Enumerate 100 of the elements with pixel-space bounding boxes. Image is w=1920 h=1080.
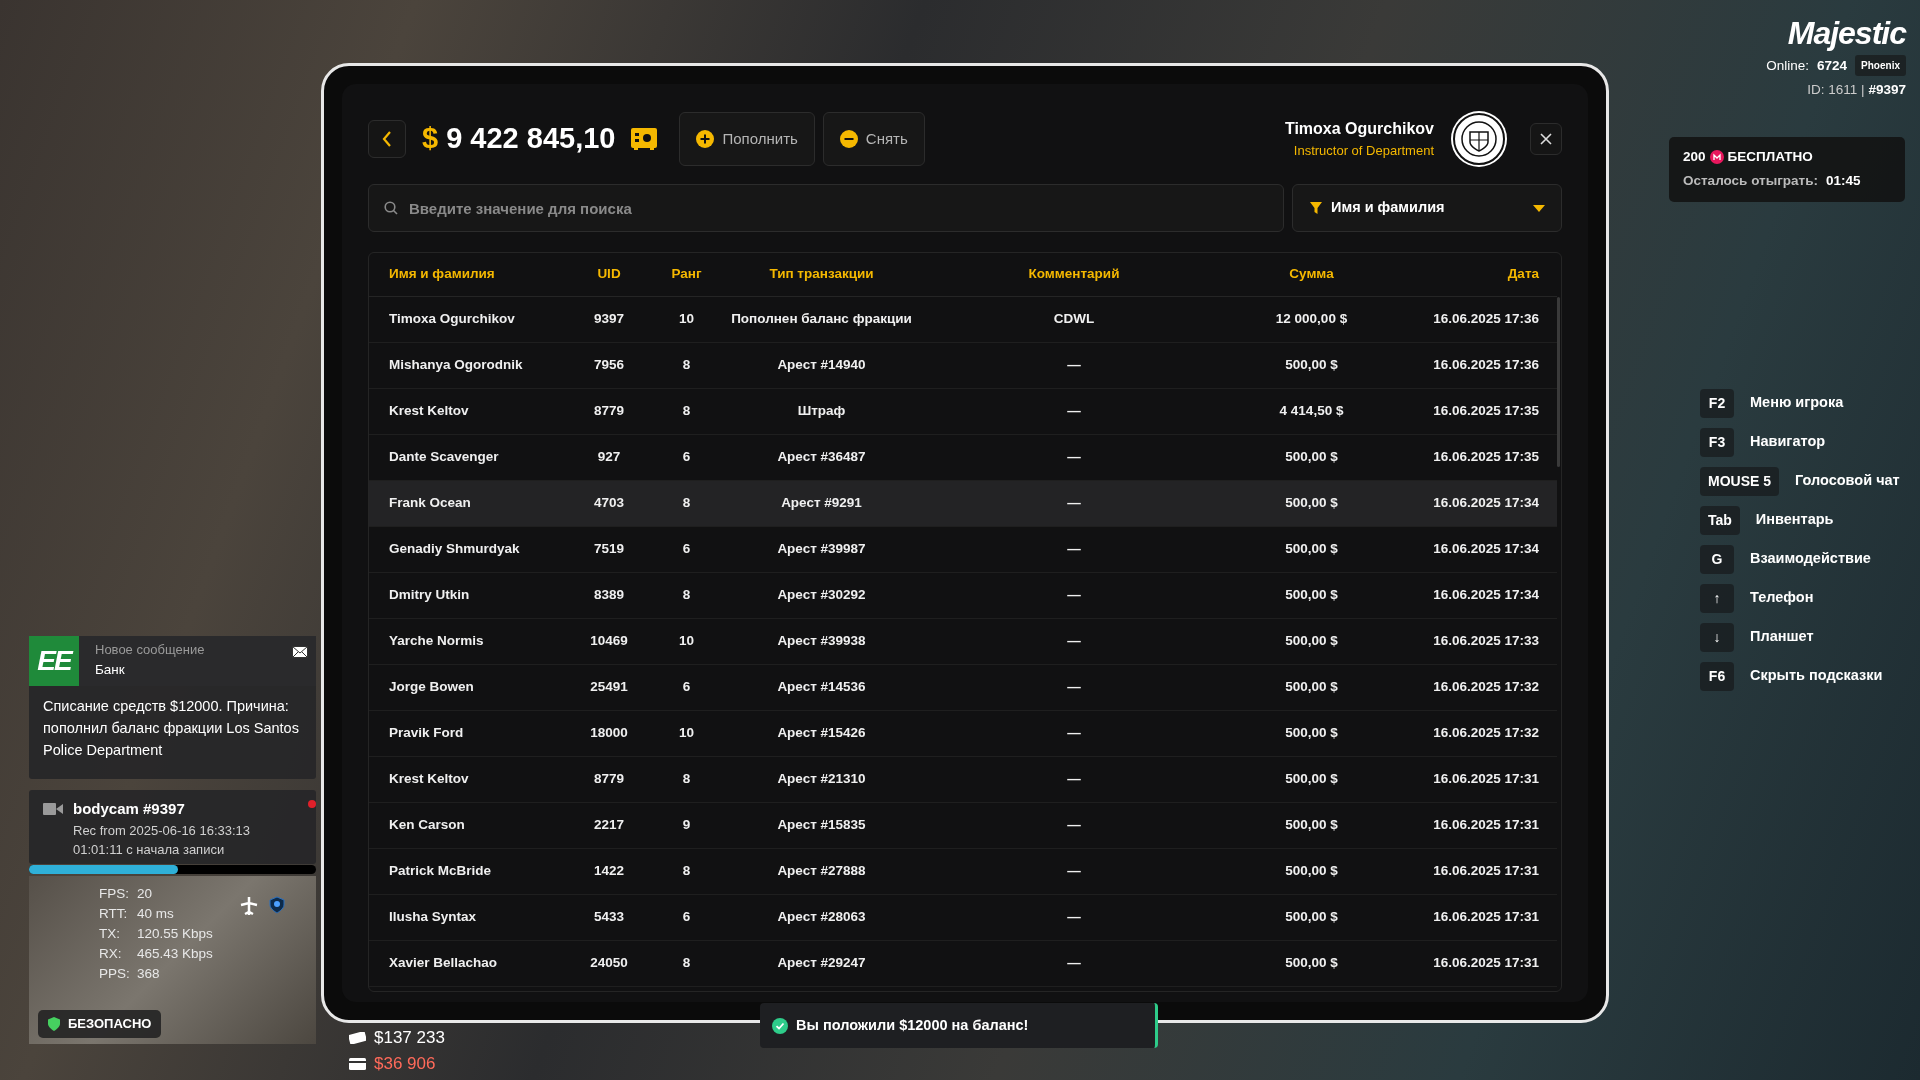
column-header[interactable]: Ранг [649, 253, 724, 297]
table-cell-text: 7519 [593, 540, 624, 559]
table-row[interactable]: Ilusha Syntax 5433 6 Арест #28063 — 500,00 $ 16.06.2025 17:31 [369, 895, 1557, 941]
table-cell-text: 4703 [593, 494, 624, 513]
table-cell-text: 8 [682, 862, 691, 881]
table-cell-text: 16.06.2025 17:31 [1433, 816, 1539, 835]
video-camera-icon [43, 802, 63, 816]
table-cell-text: 8 [682, 356, 691, 375]
column-header[interactable]: UID [569, 253, 649, 297]
close-button[interactable] [1530, 123, 1562, 155]
table-cell-text: Арест #21310 [777, 770, 866, 789]
hint-label: Меню игрока [1750, 393, 1844, 413]
table-cell-text: 8 [682, 770, 691, 789]
table-row[interactable]: Krest Keltov 8779 8 Арест #21310 — 500,00 $ 16.06.2025 17:31 [369, 757, 1557, 803]
table-cell-text: Ken Carson [389, 816, 465, 835]
table-row[interactable]: Dmitry Utkin 8389 8 Арест #30292 — 500,00 $ 16.06.2025 17:34 [369, 573, 1557, 619]
table-cell-text: 16.06.2025 17:35 [1433, 402, 1539, 421]
back-button[interactable] [368, 120, 406, 158]
success-toast: Вы положили $12000 на баланс! [760, 1003, 1158, 1048]
table-cell-text: Арест #29247 [777, 954, 866, 973]
table-cell-text: 6 [682, 908, 691, 927]
column-header[interactable]: Имя и фамилия [369, 253, 569, 297]
table-cell-text: Timoxa Ogurchikov [389, 310, 515, 329]
coin-icon [1709, 150, 1724, 165]
table-cell-text: 500,00 $ [1285, 678, 1338, 697]
table-row[interactable]: Genadiy Shmurdyak 7519 6 Арест #39987 — 500,00 $ 16.06.2025 17:34 [369, 527, 1557, 573]
table-cell-text: Арест #14536 [777, 678, 866, 697]
table-row[interactable]: Xavier Bellachao 24050 8 Арест #29247 — 500,00 $ 16.06.2025 17:31 [369, 941, 1557, 987]
stat-value: 368 [137, 965, 160, 983]
table-cell-text: 16.06.2025 17:32 [1433, 724, 1539, 743]
table-cell-text: 6 [682, 540, 691, 559]
table-cell-text: — [1067, 724, 1081, 743]
withdraw-button[interactable]: Снять [822, 112, 925, 166]
table-cell-text: Арест #27888 [777, 862, 866, 881]
table-cell-text: 16.06.2025 17:31 [1433, 862, 1539, 881]
remaining-time: 01:45 [1826, 172, 1861, 191]
promo-amount: 200 [1683, 148, 1706, 166]
brand-logo: Majestic [1786, 16, 1906, 52]
player-id: ID: 1611 | [1807, 81, 1865, 100]
table-cell-text: 18000 [590, 724, 628, 743]
chevron-left-icon [381, 130, 393, 148]
table-cell-text: Patrick McBride [389, 862, 492, 881]
table-row[interactable]: Frank Ocean 4703 8 Арест #9291 — 500,00 $ 16.06.2025 17:34 [369, 481, 1557, 527]
column-header[interactable]: Тип транзакции [724, 253, 919, 297]
safe-zone-badge: БЕЗОПАСНО [38, 1010, 162, 1038]
table-row[interactable]: Patrick McBride 1422 8 Арест #27888 — 500,00 $ 16.06.2025 17:31 [369, 849, 1557, 895]
app-logo: EE [29, 636, 79, 686]
table-row[interactable]: Yarche Normis 10469 10 Арест #39938 — 500,00 $ 16.06.2025 17:33 [369, 619, 1557, 665]
column-header[interactable]: Дата [1394, 253, 1557, 297]
table-cell-text: Yarche Normis [389, 632, 484, 651]
table-cell-text: Frank Ocean [389, 494, 471, 513]
table-cell-text: 16.06.2025 17:34 [1433, 494, 1539, 513]
cash-balance: $137 233 [374, 1027, 445, 1049]
table-cell-text: 500,00 $ [1285, 448, 1338, 467]
search-icon [384, 201, 398, 215]
table-cell-text: 16.06.2025 17:32 [1433, 678, 1539, 697]
table-cell-text: 8389 [593, 586, 624, 605]
notification-title: Новое сообщение [95, 641, 206, 659]
table-cell-text: Арест #14940 [777, 356, 866, 375]
police-shield-icon [269, 896, 285, 914]
table-cell-text: 16.06.2025 17:36 [1433, 356, 1539, 375]
table-cell-text: 6 [682, 678, 691, 697]
table-cell-text: — [1067, 678, 1081, 697]
table-cell-text: 10469 [590, 632, 628, 651]
column-header[interactable]: Комментарий [919, 253, 1229, 297]
stat-value: 40 ms [137, 905, 174, 923]
hint-label: Инвентарь [1755, 510, 1834, 530]
key-cap: MOUSE 5 [1700, 466, 1779, 496]
recording-start: Rec from 2025-06-16 16:33:13 [73, 821, 251, 840]
column-header[interactable]: Сумма [1229, 253, 1394, 297]
safe-icon [631, 128, 658, 150]
table-row[interactable]: Pravik Ford 18000 10 Арест #15426 — 500,00 $ 16.06.2025 17:32 [369, 711, 1557, 757]
table-cell-text: Арест #36487 [777, 448, 866, 467]
table-row[interactable]: Ken Carson 2217 9 Арест #15835 — 500,00 $ 16.06.2025 17:31 [369, 803, 1557, 849]
online-label: Online: [1766, 56, 1810, 75]
table-cell-text: 500,00 $ [1285, 908, 1338, 927]
close-icon [1540, 133, 1552, 145]
table-row[interactable]: Mishanya Ogorodnik 7956 8 Арест #14940 — 500,00 $ 16.06.2025 17:36 [369, 343, 1557, 389]
shield-icon [48, 1016, 60, 1031]
table-cell-text: — [1067, 908, 1081, 927]
table-cell-text: 500,00 $ [1285, 540, 1338, 559]
table-row[interactable]: Krest Keltov 8779 8 Штраф — 4 414,50 $ 16.06.2025 17:35 [369, 389, 1557, 435]
search-field[interactable]: Введите значение для поиска [368, 184, 1284, 232]
table-cell-text: Арест #39987 [777, 540, 866, 559]
stat-label: FPS: [99, 885, 130, 903]
table-row[interactable]: Jorge Bowen 25491 6 Арест #14536 — 500,00 $ 16.06.2025 17:32 [369, 665, 1557, 711]
table-cell-text: Dmitry Utkin [389, 586, 470, 605]
table-cell-text: 16.06.2025 17:33 [1433, 632, 1539, 651]
key-cap: ↓ [1700, 622, 1734, 652]
table-cell-text: — [1067, 448, 1081, 467]
table-cell-text: CDWL [1053, 310, 1095, 329]
stat-value: 120.55 Kbps [137, 925, 213, 943]
filter-dropdown[interactable]: Имя и фамилия [1292, 184, 1562, 232]
key-cap: F6 [1700, 661, 1734, 691]
table-cell-text: 8779 [593, 402, 624, 421]
table-row[interactable]: Timoxa Ogurchikov 9397 10 Пополнен баланс фракции CDWL 12 000,00 $ 16.06.2025 17:36 [369, 297, 1557, 343]
cash-icon [349, 1032, 366, 1044]
deposit-button[interactable]: Пополнить [679, 112, 815, 166]
promo-label: БЕСПЛАТНО [1727, 148, 1813, 166]
bodycam-title: bodycam #9397 [73, 799, 186, 819]
